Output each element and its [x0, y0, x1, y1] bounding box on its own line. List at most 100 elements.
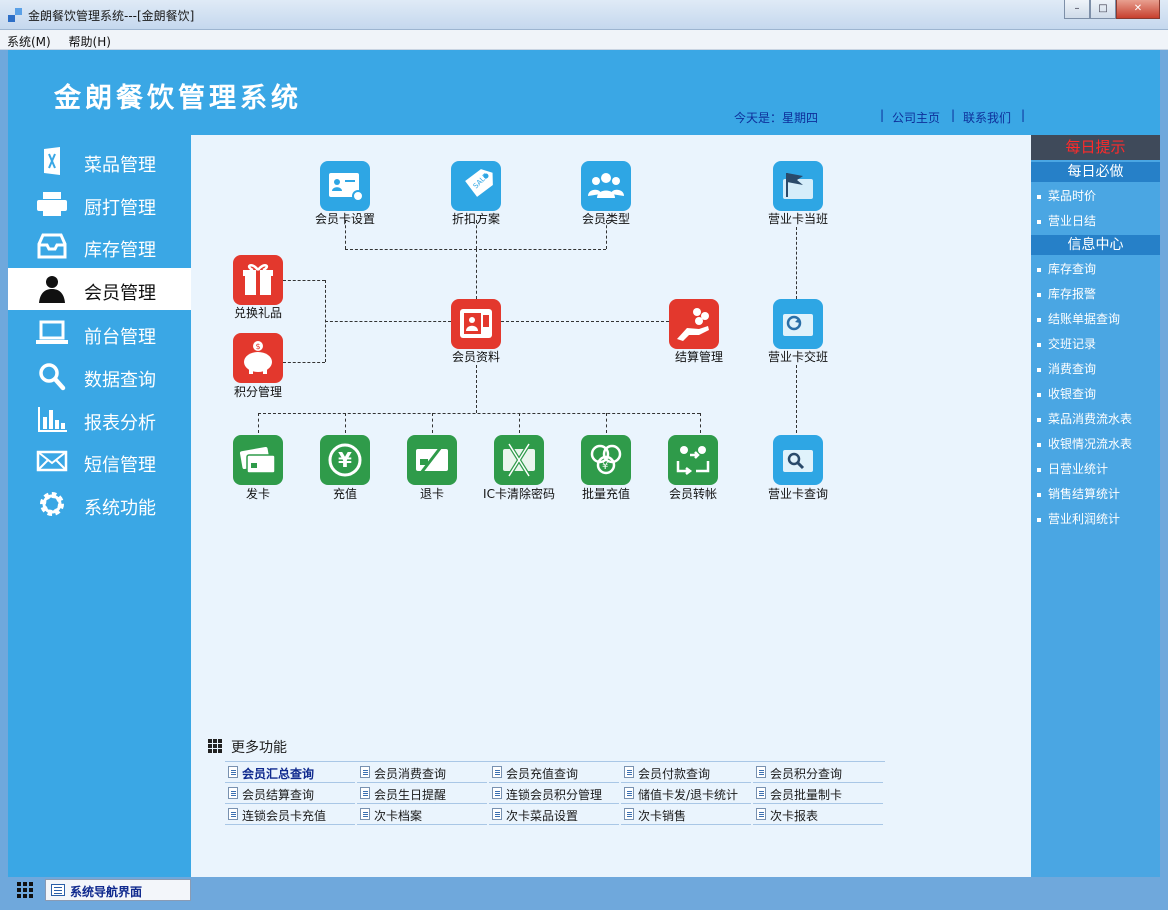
func-link[interactable]: 次卡菜品设置 — [489, 804, 619, 825]
nav-label: 短信管理 — [84, 455, 156, 476]
member-type-tile[interactable] — [581, 161, 631, 211]
nav-item-data-query[interactable]: 数据查询 — [8, 355, 191, 397]
yen-coin-icon: ¥ — [328, 443, 362, 477]
main-panel: 会员卡设置 SALE 折扣方案 会员类型 营业卡当班 兑换礼品 $ 积分管理 会… — [191, 135, 1031, 877]
window-title: 金朗餐饮管理系统---[金朗餐饮] — [28, 9, 195, 23]
func-link[interactable]: 次卡档案 — [357, 804, 487, 825]
card-settings-label: 会员卡设置 — [314, 212, 375, 226]
card-slash-icon — [416, 446, 448, 474]
connector-line — [796, 227, 797, 299]
info-item[interactable]: 库存查询 — [1037, 260, 1096, 277]
issue-card-label: 发卡 — [245, 487, 270, 501]
maximize-button[interactable]: □ — [1090, 0, 1116, 19]
func-link[interactable]: 连锁会员积分管理 — [489, 783, 619, 804]
svg-text:$: $ — [256, 342, 261, 351]
member-transfer-tile[interactable] — [668, 435, 718, 485]
document-icon — [492, 766, 502, 778]
tab-system-navigation[interactable]: 系统导航界面 — [45, 879, 191, 901]
shift-handover-label: 营业卡交班 — [767, 350, 828, 364]
func-link[interactable]: 会员结算查询 — [225, 783, 355, 804]
func-link[interactable]: 会员批量制卡 — [753, 783, 883, 804]
header-separator: | — [1021, 108, 1026, 122]
nav-label: 前台管理 — [84, 327, 156, 348]
func-link[interactable]: 会员汇总查询 — [225, 762, 355, 783]
info-item[interactable]: 收银查询 — [1037, 385, 1096, 402]
daily-item[interactable]: 营业日结 — [1037, 212, 1096, 229]
discount-plan-tile[interactable]: SALE — [451, 161, 501, 211]
func-link[interactable]: 会员充值查询 — [489, 762, 619, 783]
settlement-tile[interactable] — [669, 299, 719, 349]
shift-on-tile[interactable] — [773, 161, 823, 211]
coins-icon: ¥ — [590, 444, 622, 475]
minimize-button[interactable]: – — [1064, 0, 1090, 19]
svg-text:¥: ¥ — [602, 461, 608, 472]
batch-recharge-tile[interactable]: ¥ — [581, 435, 631, 485]
points-mgmt-tile[interactable]: $ — [233, 333, 283, 383]
func-link[interactable]: 次卡销售 — [621, 804, 751, 825]
recharge-tile[interactable]: ¥ — [320, 435, 370, 485]
ic-clear-tile[interactable] — [494, 435, 544, 485]
document-icon — [756, 808, 766, 820]
info-item[interactable]: 日营业统计 — [1037, 460, 1108, 477]
document-icon — [360, 766, 370, 778]
info-center-section: 信息中心 — [1031, 235, 1160, 255]
bar-chart-icon — [38, 407, 67, 432]
gift-exchange-tile[interactable] — [233, 255, 283, 305]
issue-card-tile[interactable] — [233, 435, 283, 485]
app-title: 金朗餐饮管理系统 — [54, 83, 302, 114]
batch-recharge-label: 批量充值 — [581, 487, 630, 501]
bottom-taskbar: 系统导航界面 — [8, 877, 1160, 903]
member-info-tile[interactable] — [451, 299, 501, 349]
nav-item-dish[interactable]: 菜品管理 — [8, 140, 191, 182]
nav-item-front-desk[interactable]: 前台管理 — [8, 312, 191, 354]
func-link[interactable]: 会员消费查询 — [357, 762, 487, 783]
table-icon — [51, 884, 65, 896]
nav-item-member[interactable]: 会员管理 — [8, 268, 191, 310]
card-settings-tile[interactable] — [320, 161, 370, 211]
nav-label: 报表分析 — [84, 413, 156, 434]
grid-icon[interactable] — [17, 882, 33, 898]
shift-query-label: 营业卡查询 — [767, 487, 828, 501]
info-item[interactable]: 结账单据查询 — [1037, 310, 1120, 327]
info-item[interactable]: 菜品消费流水表 — [1037, 410, 1132, 427]
more-functions-list: 会员汇总查询 会员消费查询 会员充值查询 会员付款查询 会员积分查询 会员结算查… — [225, 761, 885, 825]
app-header: 金朗餐饮管理系统 今天是：星期四 | 公司主页 | 联系我们 | — [8, 50, 1160, 135]
sale-tag-icon: SALE — [465, 169, 493, 197]
func-link[interactable]: 次卡报表 — [753, 804, 883, 825]
connector-line — [283, 362, 325, 363]
close-button[interactable]: ✕ — [1116, 0, 1160, 19]
nav-item-kitchen-print[interactable]: 厨打管理 — [8, 183, 191, 225]
nav-label: 菜品管理 — [84, 155, 156, 176]
func-link[interactable]: 会员付款查询 — [621, 762, 751, 783]
document-icon — [360, 787, 370, 799]
recharge-label: 充值 — [332, 487, 357, 501]
discount-plan-label: 折扣方案 — [451, 212, 500, 226]
refresh-card-icon — [783, 314, 813, 336]
document-icon — [624, 787, 634, 799]
info-item[interactable]: 库存报警 — [1037, 285, 1096, 302]
daily-item[interactable]: 菜品时价 — [1037, 187, 1096, 204]
more-functions-title: 更多功能 — [231, 740, 287, 756]
info-item[interactable]: 收银情况流水表 — [1037, 435, 1132, 452]
func-link[interactable]: 储值卡发/退卡统计 — [621, 783, 751, 804]
info-item[interactable]: 消费查询 — [1037, 360, 1096, 377]
nav-item-system[interactable]: 系统功能 — [8, 483, 191, 525]
id-card-icon — [329, 173, 364, 202]
nav-item-inventory[interactable]: 库存管理 — [8, 225, 191, 267]
shift-query-tile[interactable] — [773, 435, 823, 485]
info-item[interactable]: 销售结算统计 — [1037, 485, 1120, 502]
info-item[interactable]: 营业利润统计 — [1037, 510, 1120, 527]
company-home-link[interactable]: 公司主页 — [892, 109, 940, 126]
shift-handover-tile[interactable] — [773, 299, 823, 349]
nav-item-sms[interactable]: 短信管理 — [8, 440, 191, 482]
laptop-icon — [36, 320, 68, 344]
refund-card-tile[interactable] — [407, 435, 457, 485]
nav-item-report[interactable]: 报表分析 — [8, 398, 191, 440]
contact-us-link[interactable]: 联系我们 — [963, 109, 1011, 126]
cards-icon — [239, 447, 276, 474]
func-link[interactable]: 会员生日提醒 — [357, 783, 487, 804]
connector-line — [325, 321, 451, 322]
func-link[interactable]: 连锁会员卡充值 — [225, 804, 355, 825]
info-item[interactable]: 交班记录 — [1037, 335, 1096, 352]
func-link[interactable]: 会员积分查询 — [753, 762, 883, 783]
